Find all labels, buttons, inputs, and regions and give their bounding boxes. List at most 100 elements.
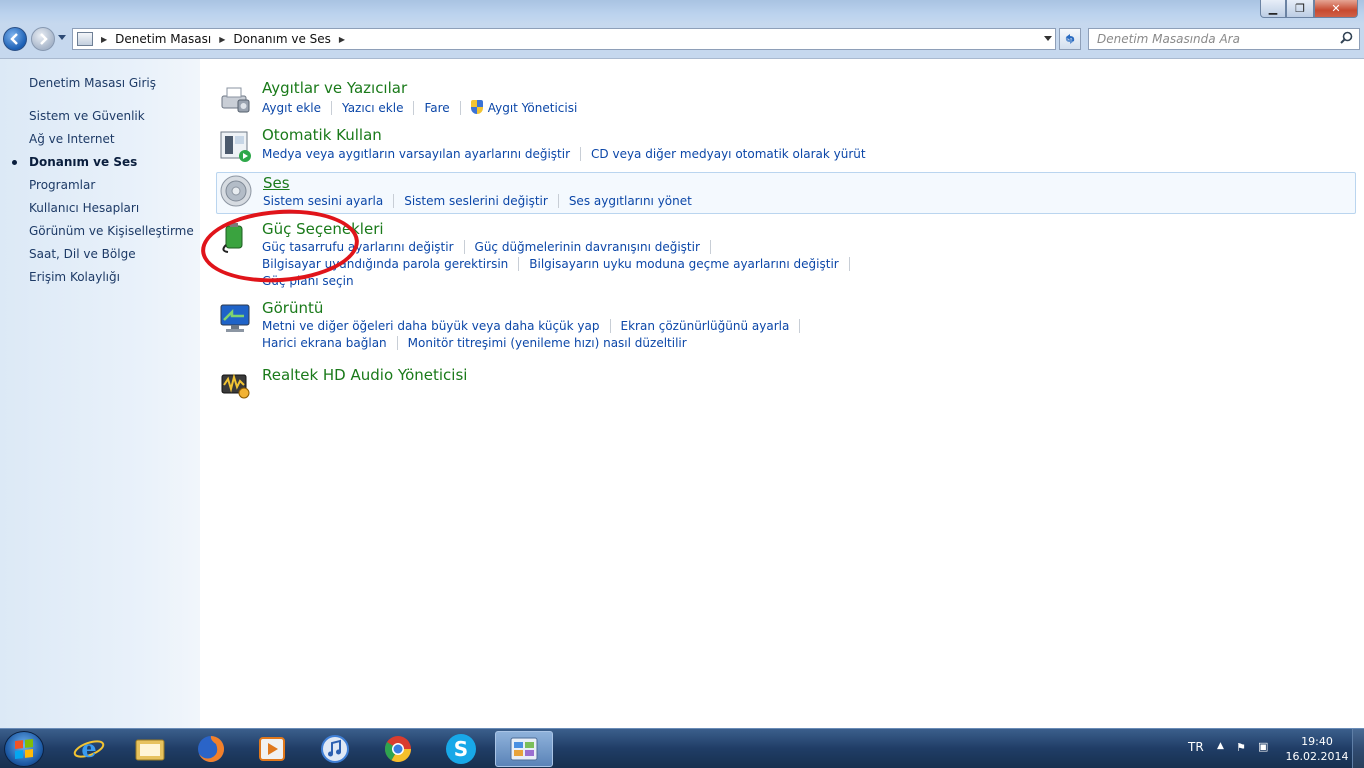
group-links-autoplay: Medya veya aygıtların varsayılan ayarlar… bbox=[262, 147, 866, 161]
group-title-sound[interactable]: Ses bbox=[263, 174, 290, 192]
address-dropdown[interactable] bbox=[1041, 35, 1055, 44]
group-title-autoplay[interactable]: Otomatik Kullan bbox=[262, 126, 382, 144]
link-change-default-media[interactable]: Medya veya aygıtların varsayılan ayarlar… bbox=[262, 147, 570, 161]
address-bar[interactable]: ▶ Denetim Masası ▶ Donanım ve Ses ▶ bbox=[72, 28, 1056, 50]
breadcrumb-arrow[interactable]: ▶ bbox=[219, 35, 225, 44]
breadcrumb-hardware-sound[interactable]: Donanım ve Ses ▶ bbox=[233, 32, 353, 46]
link-adjust-system-volume[interactable]: Sistem sesini ayarla bbox=[263, 194, 383, 208]
taskbar-internet-explorer[interactable]: e bbox=[60, 731, 118, 767]
printer-icon bbox=[221, 87, 250, 113]
taskbar: e S TR ▲ ⚑ ▣ 19:40 16.02.2014 bbox=[0, 728, 1364, 768]
control-panel-window: ▁ ❐ ✕ ▶ Denetim Masası ▶ Donanım ve Ses ▶ bbox=[0, 0, 1364, 729]
arrow-right-icon bbox=[40, 33, 48, 45]
group-power-options: Güç Seçenekleri Güç tasarrufu ayarlarını… bbox=[216, 218, 1356, 292]
link-monitor-flicker[interactable]: Monitör titreşimi (yenileme hızı) nasıl … bbox=[408, 336, 687, 350]
taskbar-skype[interactable]: S bbox=[432, 731, 490, 767]
sidebar-item-clock-region[interactable]: Saat, Dil ve Bölge bbox=[29, 247, 136, 261]
sidebar-item-home[interactable]: Denetim Masası Giriş bbox=[29, 76, 156, 90]
category-pane: Aygıtlar ve Yazıcılar Aygıt ekle Yazıcı … bbox=[200, 59, 1364, 729]
arrow-left-icon bbox=[10, 33, 18, 45]
start-button[interactable] bbox=[4, 731, 44, 767]
maximize-button[interactable]: ❐ bbox=[1286, 0, 1314, 18]
taskbar-firefox[interactable] bbox=[182, 731, 240, 767]
link-mouse[interactable]: Fare bbox=[424, 101, 449, 115]
minimize-button[interactable]: ▁ bbox=[1260, 0, 1286, 18]
left-navigation-pane: Denetim Masası Giriş Sistem ve Güvenlik … bbox=[0, 59, 200, 729]
link-change-power-saving[interactable]: Güç tasarrufu ayarlarını değiştir bbox=[262, 240, 454, 254]
uac-shield-icon bbox=[470, 100, 483, 114]
forward-button[interactable] bbox=[31, 27, 55, 51]
speaker-icon bbox=[220, 175, 252, 207]
group-sound[interactable]: Ses Sistem sesini ayarla Sistem seslerin… bbox=[216, 172, 1356, 214]
link-add-printer[interactable]: Yazıcı ekle bbox=[342, 101, 403, 115]
sidebar-item-hardware-sound[interactable]: Donanım ve Ses bbox=[29, 155, 137, 169]
windows-logo-icon bbox=[15, 739, 33, 759]
active-bullet bbox=[12, 160, 17, 165]
group-autoplay: Otomatik Kullan Medya veya aygıtların va… bbox=[216, 126, 1356, 168]
clock-date: 16.02.2014 bbox=[1285, 750, 1349, 763]
chevron-down-icon bbox=[1044, 35, 1052, 41]
group-title-power-options[interactable]: Güç Seçenekleri bbox=[262, 220, 384, 238]
link-manage-audio-devices[interactable]: Ses aygıtlarını yönet bbox=[569, 194, 692, 208]
taskbar-chrome[interactable] bbox=[369, 731, 427, 767]
link-require-password-wake[interactable]: Bilgisayar uyandığında parola gerektirsi… bbox=[262, 257, 508, 271]
language-indicator[interactable]: TR bbox=[1188, 740, 1204, 754]
group-links-display-row1: Metni ve diğer öğeleri daha büyük veya d… bbox=[262, 319, 810, 333]
internet-explorer-icon: e bbox=[73, 734, 105, 763]
link-autoplay-cd[interactable]: CD veya diğer medyayı otomatik olarak yü… bbox=[591, 147, 866, 161]
group-links-power-row3: Güç planı seçin bbox=[262, 274, 354, 288]
sidebar-item-appearance[interactable]: Görünüm ve Kişiselleştirme bbox=[29, 224, 194, 238]
control-panel-icon bbox=[77, 32, 93, 46]
control-panel-icon bbox=[510, 737, 538, 761]
link-connect-external-display[interactable]: Harici ekrana bağlan bbox=[262, 336, 387, 350]
taskbar-explorer[interactable] bbox=[121, 731, 179, 767]
folder-icon bbox=[135, 739, 165, 761]
system-tray: TR ▲ ⚑ ▣ 19:40 16.02.2014 bbox=[1154, 729, 1364, 768]
group-realtek-audio: Realtek HD Audio Yöneticisi bbox=[216, 364, 1356, 400]
group-title-display[interactable]: Görüntü bbox=[262, 299, 323, 317]
close-button[interactable]: ✕ bbox=[1314, 0, 1358, 18]
breadcrumb-arrow[interactable]: ▶ bbox=[339, 35, 345, 44]
link-change-sleep-settings[interactable]: Bilgisayarın uyku moduna geçme ayarların… bbox=[529, 257, 838, 271]
sidebar-item-ease-of-access[interactable]: Erişim Kolaylığı bbox=[29, 270, 120, 284]
link-power-buttons[interactable]: Güç düğmelerinin davranışını değiştir bbox=[475, 240, 700, 254]
clock-time: 19:40 bbox=[1301, 735, 1333, 748]
refresh-icon bbox=[1065, 34, 1075, 44]
itunes-icon bbox=[321, 735, 349, 763]
search-icon[interactable] bbox=[1340, 31, 1353, 48]
link-add-device[interactable]: Aygıt ekle bbox=[262, 101, 321, 115]
sidebar-item-programs[interactable]: Programlar bbox=[29, 178, 95, 192]
recent-pages-dropdown[interactable] bbox=[58, 34, 66, 43]
sidebar-item-system-security[interactable]: Sistem ve Güvenlik bbox=[29, 109, 145, 123]
link-change-system-sounds[interactable]: Sistem seslerini değiştir bbox=[404, 194, 548, 208]
taskbar-control-panel[interactable] bbox=[495, 731, 553, 767]
network-icon[interactable]: ▣ bbox=[1258, 740, 1268, 753]
group-display: Görüntü Metni ve diğer öğeleri daha büyü… bbox=[216, 299, 1356, 355]
taskbar-itunes[interactable] bbox=[306, 731, 364, 767]
breadcrumb-control-panel[interactable]: Denetim Masası ▶ bbox=[115, 32, 233, 46]
refresh-button[interactable] bbox=[1059, 28, 1081, 50]
back-button[interactable] bbox=[3, 27, 27, 51]
chevron-down-icon bbox=[58, 35, 66, 40]
title-bar[interactable]: ▁ ❐ ✕ bbox=[0, 0, 1364, 24]
content-area: Denetim Masası Giriş Sistem ve Güvenlik … bbox=[0, 58, 1364, 729]
group-title-realtek-audio[interactable]: Realtek HD Audio Yöneticisi bbox=[262, 366, 467, 384]
show-hidden-icons-button[interactable]: ▲ bbox=[1217, 741, 1224, 751]
breadcrumb-root-arrow[interactable]: ▶ bbox=[97, 35, 115, 44]
link-text-size[interactable]: Metni ve diğer öğeleri daha büyük veya d… bbox=[262, 319, 600, 333]
sidebar-item-user-accounts[interactable]: Kullanıcı Hesapları bbox=[29, 201, 139, 215]
group-devices-printers: Aygıtlar ve Yazıcılar Aygıt ekle Yazıcı … bbox=[216, 79, 1356, 121]
link-screen-resolution[interactable]: Ekran çözünürlüğünü ayarla bbox=[621, 319, 790, 333]
group-links-power-row1: Güç tasarrufu ayarlarını değiştir Güç dü… bbox=[262, 240, 721, 254]
clock[interactable]: 19:40 16.02.2014 bbox=[1282, 734, 1352, 764]
action-center-icon[interactable]: ⚑ bbox=[1236, 741, 1246, 754]
search-input[interactable]: Denetim Masasında Ara bbox=[1088, 28, 1360, 50]
svg-text:e: e bbox=[81, 734, 96, 763]
link-device-manager[interactable]: Aygıt Yöneticisi bbox=[470, 100, 577, 115]
show-desktop-button[interactable] bbox=[1352, 729, 1364, 768]
taskbar-media-player[interactable] bbox=[243, 731, 301, 767]
group-title-devices-printers[interactable]: Aygıtlar ve Yazıcılar bbox=[262, 79, 407, 97]
monitor-icon bbox=[220, 304, 250, 332]
link-choose-power-plan[interactable]: Güç planı seçin bbox=[262, 274, 354, 288]
sidebar-item-network[interactable]: Ağ ve Internet bbox=[29, 132, 115, 146]
